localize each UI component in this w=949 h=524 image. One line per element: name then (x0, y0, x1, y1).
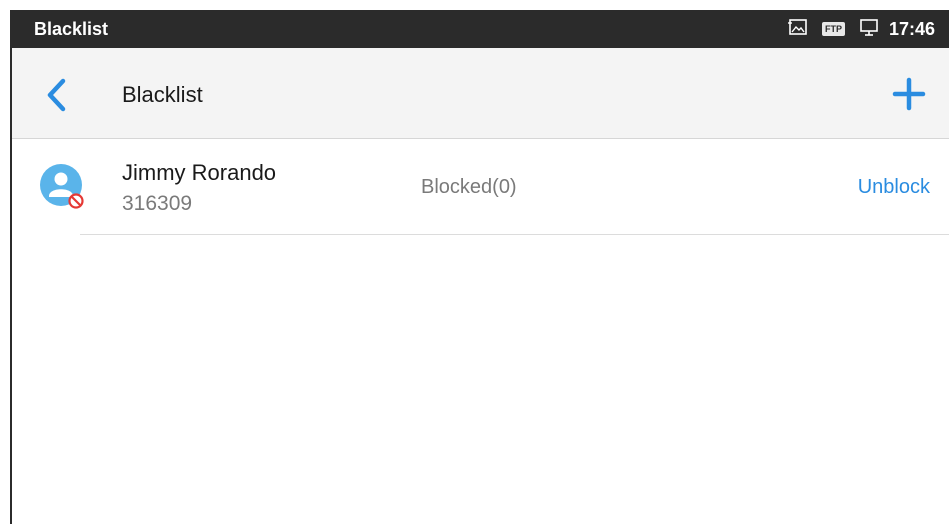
contact-number: 316309 (122, 192, 193, 215)
screen: Blacklist FTP 17:46 Blacklist Jimmy Rora… (10, 10, 949, 524)
plus-icon (892, 77, 926, 111)
contact-name: Jimmy Rorando (122, 160, 277, 185)
app-bar: Blacklist (12, 48, 949, 139)
blacklist-list: Jimmy Rorando 316309 Blocked(0) Unblock (12, 140, 949, 235)
page-title: Blacklist (122, 82, 203, 107)
screenshot-icon (787, 18, 808, 41)
contact-blocked-icon (40, 164, 84, 209)
back-button[interactable] (38, 75, 78, 115)
list-item[interactable]: Jimmy Rorando 316309 Blocked(0) Unblock (12, 140, 949, 235)
row-divider (80, 234, 949, 235)
unblock-button[interactable]: Unblock (858, 176, 930, 199)
status-time: 17:46 (888, 18, 935, 39)
status-bar-title: Blacklist (34, 19, 109, 39)
add-button[interactable] (889, 74, 929, 114)
blocked-count: Blocked(0) (421, 176, 517, 198)
display-icon (859, 18, 879, 41)
ftp-icon: FTP (821, 22, 845, 36)
back-chevron-icon (47, 78, 66, 112)
status-bar: Blacklist FTP 17:46 (12, 10, 949, 48)
status-icons: FTP 17:46 (774, 17, 935, 41)
